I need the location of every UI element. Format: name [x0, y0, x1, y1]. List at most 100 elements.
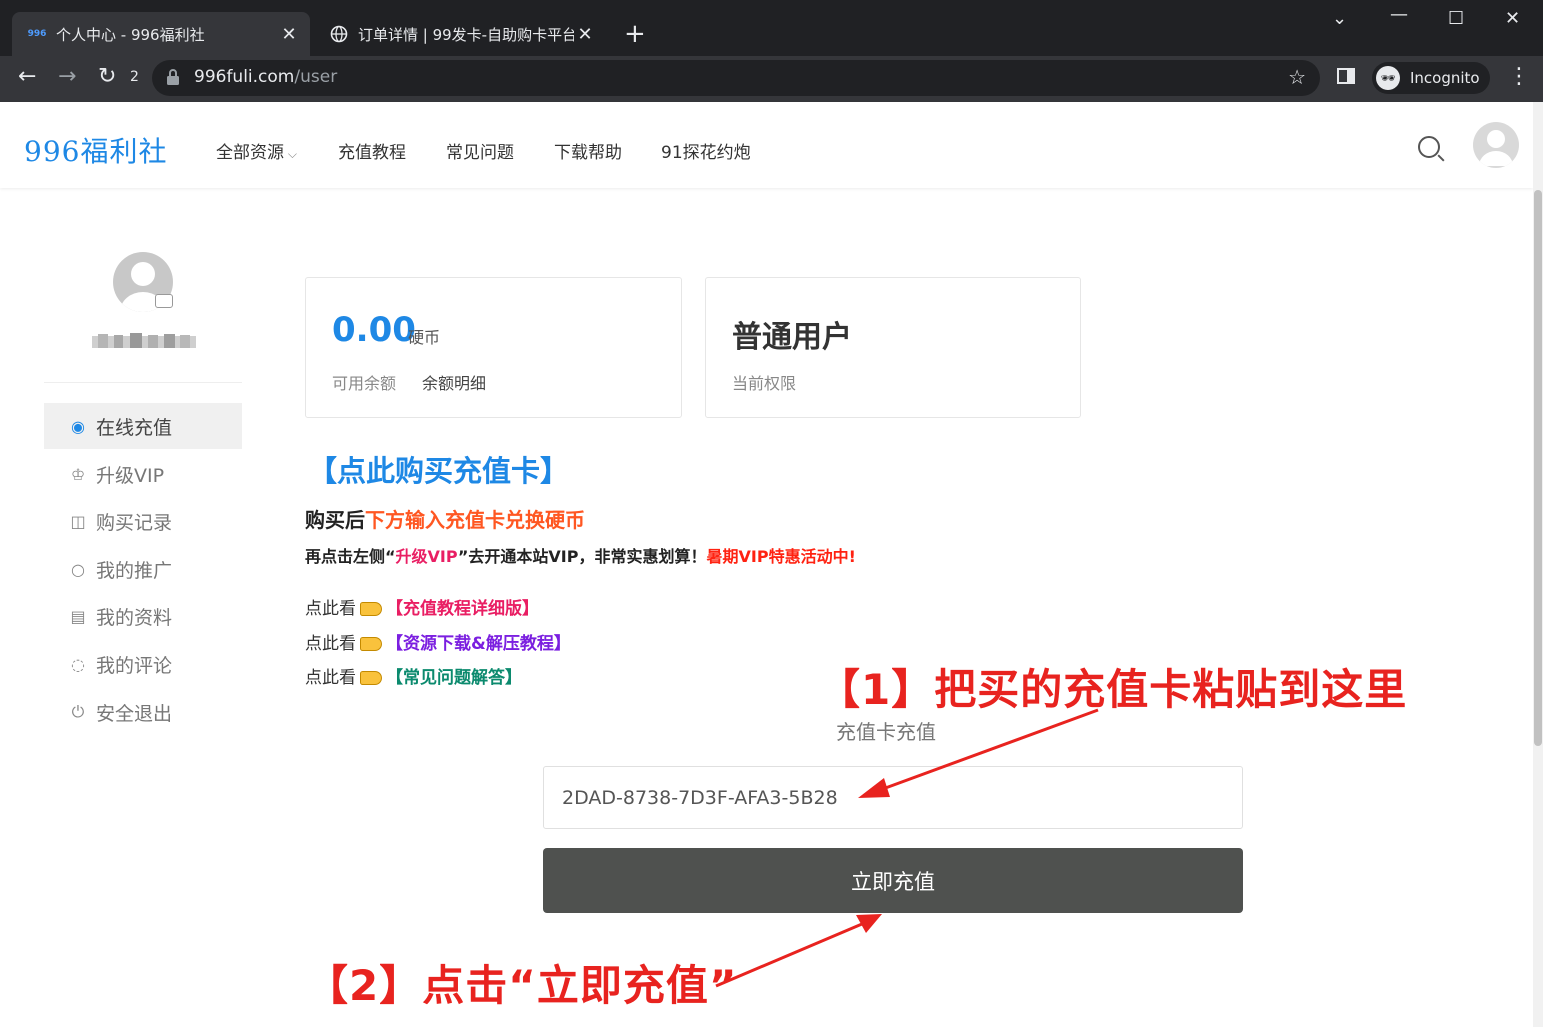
- reload-button[interactable]: ↻: [98, 64, 116, 89]
- site-logo[interactable]: 996福利社: [24, 130, 167, 170]
- comment-icon: ◌: [71, 654, 85, 674]
- tutorial-link-row: 点此看 【资源下载&解压教程】: [305, 629, 571, 654]
- globe-icon: [330, 25, 348, 43]
- tab-user-center[interactable]: 996 个人中心 - 996福利社 ✕: [12, 12, 310, 56]
- reload-badge: 2: [130, 69, 139, 85]
- tab-order-detail[interactable]: 订单详情 | 99发卡-自助购卡平台 ✕: [314, 12, 606, 56]
- look-prefix: 点此看: [305, 634, 356, 654]
- recharge-form-title: 充值卡充值: [836, 720, 936, 744]
- lock-icon: [167, 69, 179, 85]
- url-text: 996fuli.com/user: [194, 67, 337, 87]
- sidebar-item-profile[interactable]: ▤ 我的资料: [44, 593, 242, 639]
- sidebar-item-label: 安全退出: [96, 702, 173, 725]
- nav-faq[interactable]: 常见问题: [446, 138, 514, 163]
- sidebar-item-label: 我的评论: [96, 654, 173, 677]
- look-prefix: 点此看: [305, 668, 356, 688]
- user-avatar-icon[interactable]: [1473, 122, 1519, 168]
- arrow-head: [856, 914, 882, 933]
- minimize-button[interactable]: —: [1390, 4, 1408, 25]
- promo-highlight: 下方输入充值卡兑换硬币: [365, 508, 585, 532]
- buy-recharge-card-link[interactable]: 【点此购买充值卡】: [308, 448, 569, 490]
- sidebar-divider: [44, 382, 242, 383]
- promo-line-1: 购买后下方输入充值卡兑换硬币: [305, 504, 585, 533]
- chevron-down-icon: ⌵: [284, 147, 297, 161]
- balance-card: 0.00 硬币 可用余额 余额明细: [305, 277, 682, 418]
- address-bar[interactable]: 996fuli.com/user ☆: [152, 60, 1320, 96]
- page-scrollbar[interactable]: [1533, 102, 1543, 1027]
- search-icon[interactable]: [1418, 136, 1440, 158]
- balance-label: 可用余额: [332, 374, 397, 393]
- sidebar-item-recharge[interactable]: ◉ 在线充值: [44, 403, 242, 449]
- pointing-hand-icon: [360, 637, 382, 651]
- site-favicon: 996: [27, 29, 47, 39]
- username-blurred: [92, 333, 196, 348]
- recharge-card-input[interactable]: [543, 766, 1243, 829]
- browser-toolbar: ← → ↻ 2 996fuli.com/user ☆: [0, 56, 1543, 102]
- bookmark-star-icon[interactable]: ☆: [1288, 65, 1306, 89]
- new-tab-button[interactable]: +: [624, 20, 646, 48]
- tab-title: 个人中心 - 996福利社: [56, 25, 205, 44]
- sidebar-item-label: 升级VIP: [96, 464, 165, 487]
- sidebar-item-promotion[interactable]: ○ 我的推广: [44, 546, 242, 592]
- balance-detail-link[interactable]: 余额明细: [422, 370, 486, 394]
- bag-icon: ◫: [70, 511, 86, 531]
- browser-menu-icon[interactable]: ⋮: [1508, 64, 1530, 89]
- nav-91[interactable]: 91探花约炮: [661, 138, 751, 163]
- site-header: 996福利社 全部资源 ⌵ 充值教程 常见问题 下载帮助 91探花约炮: [0, 102, 1533, 188]
- camera-icon[interactable]: [155, 294, 173, 308]
- pointing-hand-icon: [360, 602, 382, 616]
- close-window-button[interactable]: ✕: [1505, 8, 1520, 29]
- promo-text: 再点击左侧“: [305, 547, 396, 566]
- promo-text: ”去开通本站VIP，非常实惠划算！: [457, 547, 707, 566]
- nav-recharge-tutorial[interactable]: 充值教程: [338, 138, 406, 163]
- sidebar-item-upgrade-vip[interactable]: ♔ 升级VIP: [44, 451, 242, 497]
- sidebar-item-label: 我的资料: [96, 606, 173, 629]
- yen-circle-icon: ◉: [71, 416, 85, 436]
- close-tab-icon[interactable]: ✕: [574, 24, 596, 45]
- recharge-tutorial-link[interactable]: 【充值教程详细版】: [386, 599, 539, 619]
- tab-search-chevron-icon[interactable]: ⌄: [1332, 8, 1347, 29]
- look-prefix: 点此看: [305, 599, 356, 619]
- power-icon: ⏻: [71, 702, 85, 721]
- promo-text: 购买后: [305, 508, 365, 532]
- incognito-icon: 🕶: [1376, 66, 1400, 90]
- side-panel-icon[interactable]: [1336, 66, 1356, 92]
- recharge-submit-button[interactable]: 立即充值: [543, 848, 1243, 913]
- summer-vip-promo: 暑期VIP特惠活动中!: [706, 547, 856, 566]
- annotation-step-2: 【2】点击“立即充值”: [306, 961, 738, 1010]
- maximize-button[interactable]: ☐: [1448, 8, 1464, 29]
- incognito-label: Incognito: [1410, 69, 1480, 87]
- sidebar-item-comments[interactable]: ◌ 我的评论: [44, 641, 242, 687]
- sidebar-item-purchase-history[interactable]: ◫ 购买记录: [44, 498, 242, 544]
- balance-unit: 硬币: [408, 328, 441, 347]
- user-role: 普通用户: [732, 320, 852, 355]
- tutorial-link-row: 点此看 【常见问题解答】: [305, 663, 522, 688]
- back-button[interactable]: ←: [18, 64, 36, 89]
- nav-all-resources[interactable]: 全部资源 ⌵: [216, 138, 297, 163]
- tutorial-link-row: 点此看 【充值教程详细版】: [305, 594, 539, 619]
- nav-label: 全部资源: [216, 143, 284, 163]
- url-path: /user: [294, 67, 338, 87]
- profile-card-icon: ▤: [70, 606, 86, 626]
- nav-download-help[interactable]: 下载帮助: [554, 138, 622, 163]
- circle-icon: ○: [71, 559, 85, 579]
- download-tutorial-link[interactable]: 【资源下载&解压教程】: [386, 634, 571, 654]
- sidebar-item-label: 在线充值: [96, 416, 173, 439]
- sidebar-item-logout[interactable]: ⏻ 安全退出: [44, 689, 242, 735]
- promo-line-2: 再点击左侧“升级VIP”去开通本站VIP，非常实惠划算！暑期VIP特惠活动中!: [305, 543, 856, 567]
- arrow-to-button: [715, 922, 863, 988]
- url-host: 996fuli.com: [194, 67, 295, 87]
- incognito-indicator[interactable]: 🕶 Incognito: [1372, 62, 1490, 94]
- annotation-step-1: 【1】把买的充值卡粘贴到这里: [818, 665, 1408, 714]
- scrollbar-thumb[interactable]: [1534, 190, 1542, 746]
- balance-amount: 0.00: [332, 310, 416, 350]
- close-tab-icon[interactable]: ✕: [278, 24, 300, 45]
- sidebar-item-label: 我的推广: [96, 559, 173, 582]
- forward-button[interactable]: →: [58, 64, 76, 89]
- upgrade-vip-link[interactable]: 升级VIP: [396, 547, 458, 566]
- browser-tabstrip: 996 个人中心 - 996福利社 ✕ 订单详情 | 99发卡-自助购卡平台 ✕…: [0, 0, 1543, 56]
- role-label: 当前权限: [732, 374, 797, 393]
- faq-link[interactable]: 【常见问题解答】: [386, 668, 522, 688]
- sidebar-item-label: 购买记录: [96, 511, 173, 534]
- pointing-hand-icon: [360, 671, 382, 685]
